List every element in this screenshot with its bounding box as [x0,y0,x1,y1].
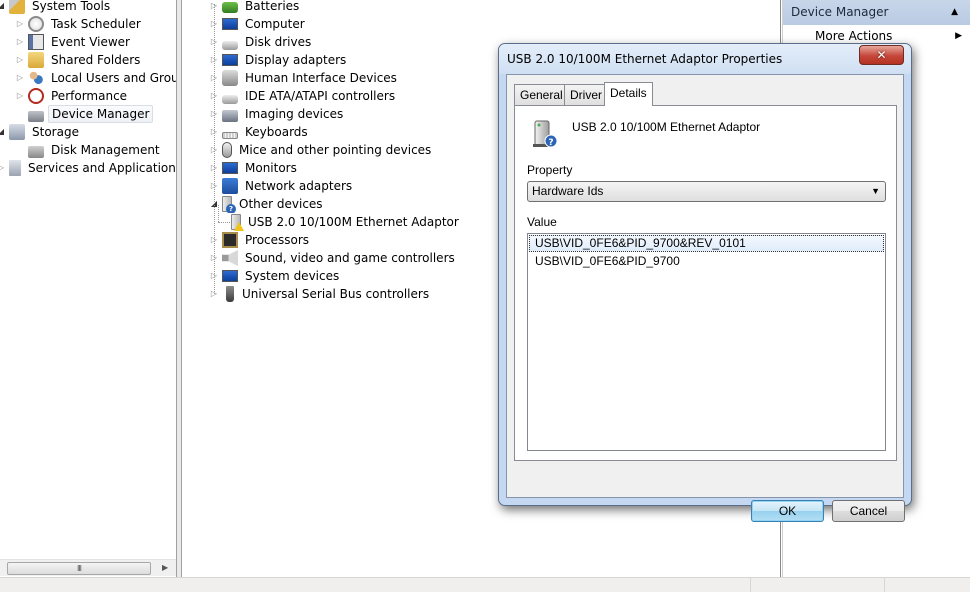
expand-icon[interactable]: ▷ [15,19,25,29]
keyboard-icon [222,131,238,139]
monitor-icon [222,162,238,174]
tools-icon [9,0,25,14]
tree-guide-line [214,4,215,294]
usb-icon [226,286,234,302]
disk-drive-icon [222,40,238,50]
tree-item-device-manager[interactable]: Device Manager [15,105,154,123]
value-list-item[interactable]: USB\VID_0FE6&PID_9700 [529,253,884,270]
tree-item-services-applications[interactable]: ▷ Services and Applications [0,159,176,177]
device-category-network-adapters[interactable]: ▷ Network adapters [209,177,356,195]
device-category-human-interface-devices[interactable]: ▷ Human Interface Devices [209,69,400,87]
device-category-batteries[interactable]: ▷ Batteries [209,0,303,15]
shared-folder-icon [28,52,44,68]
device-category-usb-2-0-10-100m-ethernet-adaptor[interactable]: USB 2.0 10/100M Ethernet Adaptor [228,213,462,231]
performance-icon [28,88,44,104]
value-list-item[interactable]: USB\VID_0FE6&PID_9700&REV_0101 [529,235,884,252]
storage-icon [9,124,25,140]
actions-section-header[interactable]: Device Manager ▲ [783,0,970,25]
device-category-processors[interactable]: ▷ Processors [209,231,313,249]
users-icon [28,70,44,86]
tree-item-disk-management[interactable]: Disk Management [15,141,163,159]
expand-icon[interactable]: ▷ [15,91,25,101]
device-category-computer[interactable]: ▷ Computer [209,15,308,33]
device-category-disk-drives[interactable]: ▷ Disk drives [209,33,315,51]
collapse-up-icon[interactable]: ▲ [951,0,958,25]
collapse-icon[interactable]: ◢ [0,127,6,137]
scroll-right-arrow-icon[interactable]: ▶ [162,563,168,572]
svg-text:?: ? [548,138,553,148]
property-dropdown[interactable]: Hardware Ids ▼ [527,181,886,202]
device-category-sound-video-and-game-controllers[interactable]: ▷ Sound, video and game controllers [209,249,458,267]
value-list[interactable]: USB\VID_0FE6&PID_9700&REV_0101 USB\VID_0… [527,233,886,451]
device-category-ide-ata-atapi-controllers[interactable]: ▷ IDE ATA/ATAPI controllers [209,87,399,105]
disk-management-icon [28,146,44,158]
value-label: Value [527,215,557,229]
submenu-arrow-icon: ▶ [955,31,962,41]
processor-icon [222,232,238,248]
tree-item-shared-folders[interactable]: ▷ Shared Folders [15,51,143,69]
tab-details[interactable]: Details [604,82,653,106]
close-icon: ✕ [876,48,887,62]
warning-icon [234,222,244,231]
device-manager-icon [28,111,44,122]
device-category-universal-serial-bus-controllers[interactable]: ▷ Universal Serial Bus controllers [209,285,433,303]
cancel-button[interactable]: Cancel [832,500,905,522]
device-category-other-devices[interactable]: ◢? Other devices [209,195,326,214]
device-category-monitors[interactable]: ▷ Monitors [209,159,300,177]
chevron-down-icon: ▼ [871,186,880,196]
device-category-system-devices[interactable]: ▷ System devices [209,267,343,285]
scrollbar-thumb[interactable]: III [7,562,151,575]
tree-guide-line [218,222,230,223]
tree-item-system-tools[interactable]: ◢ System Tools [0,0,113,15]
warning-device-icon [231,214,244,231]
unknown-device-icon: ? [222,196,236,214]
tab-driver[interactable]: Driver [564,84,608,105]
sound-icon [222,250,238,266]
status-separator [750,578,751,592]
status-separator [884,578,885,592]
computer-icon [222,18,238,30]
horizontal-scrollbar[interactable]: III ▶ [0,559,176,576]
hid-icon [222,70,238,86]
unknown-device-icon: ? [529,118,561,150]
expand-icon[interactable]: ▷ [15,55,25,65]
dialog-titlebar[interactable]: USB 2.0 10/100M Ethernet Adaptor Propert… [499,44,911,74]
property-label: Property [527,163,573,177]
device-category-mice-and-other-pointing-devices[interactable]: ▷ Mice and other pointing devices [209,141,435,159]
expand-icon[interactable]: ▷ [15,73,25,83]
tree-item-task-scheduler[interactable]: ▷ Task Scheduler [15,15,144,33]
expand-icon[interactable]: ▷ [15,37,25,47]
tree-item-performance[interactable]: ▷ Performance [15,87,130,105]
device-category-keyboards[interactable]: ▷ Keyboards [209,123,311,141]
tree-item-local-users-groups[interactable]: ▷ Local Users and Groups [15,69,176,87]
network-adapter-icon [222,178,238,194]
properties-dialog: USB 2.0 10/100M Ethernet Adaptor Propert… [498,43,912,522]
event-viewer-icon [28,34,44,50]
device-name: USB 2.0 10/100M Ethernet Adaptor [572,120,761,134]
imaging-device-icon [222,109,238,122]
mouse-icon [222,142,232,158]
tree-item-storage[interactable]: ◢ Storage [0,123,82,141]
device-category-imaging-devices[interactable]: ▷ Imaging devices [209,105,347,123]
expand-icon[interactable]: ▷ [0,163,6,173]
ide-controller-icon [222,94,238,104]
close-button[interactable]: ✕ [859,45,904,65]
battery-icon [222,2,238,13]
dialog-title: USB 2.0 10/100M Ethernet Adaptor Propert… [507,52,783,66]
details-tab-panel: ? USB 2.0 10/100M Ethernet Adaptor Prope… [514,105,897,461]
system-device-icon [222,270,238,282]
dialog-body: General Driver Details ? USB 2.0 10/100M… [506,74,905,522]
device-category-display-adapters[interactable]: ▷ Display adapters [209,51,350,69]
display-adapter-icon [222,54,238,66]
tab-general[interactable]: General [514,84,569,105]
collapse-icon[interactable]: ◢ [0,1,6,11]
tree-guide-line [218,205,219,222]
console-tree-pane: ◢ System Tools ▷ Task Scheduler ▷ Event … [0,0,177,577]
clock-icon [28,16,44,32]
tree-item-event-viewer[interactable]: ▷ Event Viewer [15,33,133,51]
ok-button[interactable]: OK [751,500,824,522]
status-bar [0,577,970,592]
services-icon [9,160,21,176]
